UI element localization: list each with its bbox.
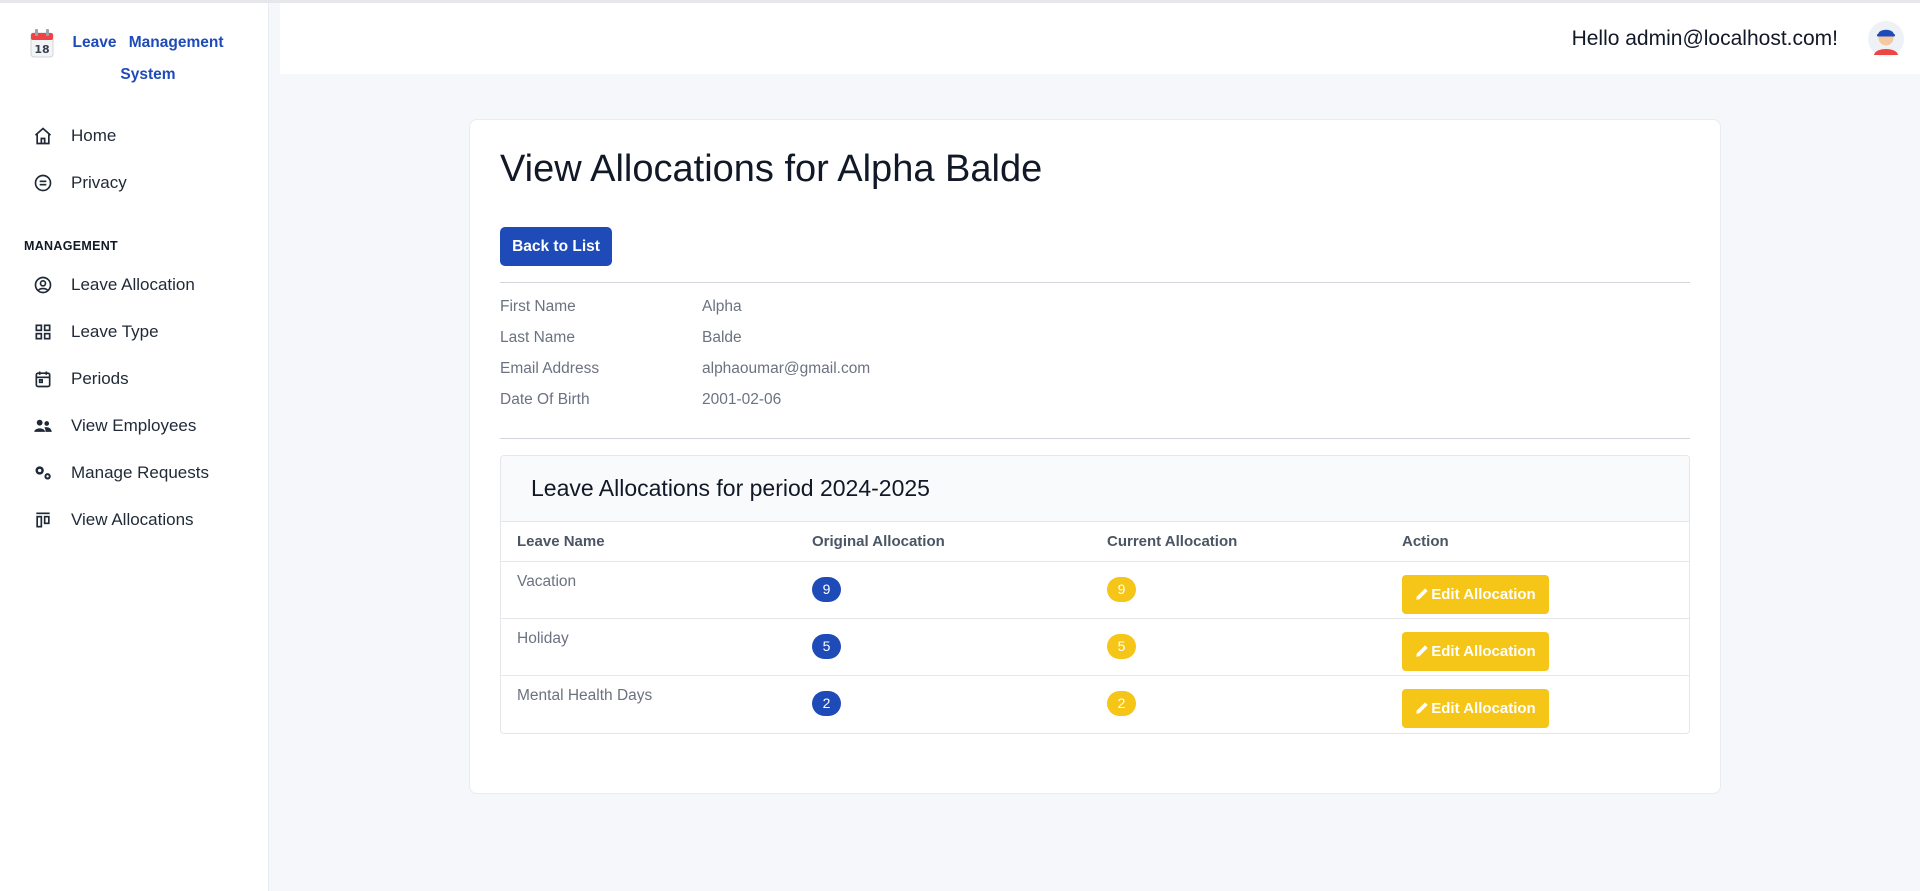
employee-details: First Name Alpha Last Name Balde Email A…: [500, 298, 870, 422]
leave-name-cell: Mental Health Days: [517, 686, 653, 704]
column-header: Leave Name: [501, 522, 796, 562]
sidebar-item-view-employees[interactable]: View Employees: [0, 402, 269, 449]
calendar-logo-icon: 18: [30, 29, 54, 58]
detail-label: Last Name: [500, 329, 575, 346]
detail-row-email: Email Address alphaoumar@gmail.com: [500, 360, 870, 391]
detail-row-last-name: Last Name Balde: [500, 329, 870, 360]
column-header: Original Allocation: [796, 522, 1091, 562]
allocations-icon: [33, 510, 53, 530]
sidebar-item-label: View Employees: [71, 415, 197, 435]
table-header-row: Leave Name Original Allocation Current A…: [501, 522, 1689, 562]
original-allocation-cell: 9: [796, 561, 1091, 619]
table-row: Vacation 9 9 Edit Allocation: [501, 561, 1689, 619]
pencil-icon: [1416, 702, 1428, 714]
detail-label: First Name: [500, 298, 576, 315]
table-row: Mental Health Days 2 2 Edit Allocation: [501, 675, 1689, 732]
edit-allocation-label: Edit Allocation: [1431, 642, 1536, 660]
detail-label: Email Address: [500, 360, 600, 377]
action-cell: Edit Allocation: [1386, 675, 1689, 732]
sidebar-item-label: Leave Allocation: [71, 274, 195, 294]
main-nav: Home Privacy: [0, 112, 269, 206]
sidebar-item-label: Periods: [71, 368, 129, 388]
original-allocation-badge: 9: [812, 576, 841, 602]
app-title: Leave Management System: [68, 27, 228, 91]
app-title-line1: Leave Management: [72, 34, 224, 51]
allocations-table: Leave Name Original Allocation Current A…: [501, 522, 1689, 732]
sidebar-item-leave-allocation[interactable]: Leave Allocation: [0, 261, 269, 308]
leave-name-cell: Holiday: [501, 618, 796, 676]
current-allocation-cell: 9: [1091, 561, 1386, 619]
detail-value: Alpha: [702, 298, 742, 315]
management-nav: Leave Allocation Leave Type Periods View…: [0, 261, 269, 543]
sidebar-item-label: Home: [71, 125, 117, 145]
original-allocation-cell: 5: [796, 618, 1091, 676]
sidebar-item-leave-type[interactable]: Leave Type: [0, 308, 269, 355]
sidebar-item-home[interactable]: Home: [0, 112, 269, 159]
edit-allocation-label: Edit Allocation: [1431, 699, 1536, 717]
calendar-icon: [33, 369, 53, 389]
detail-row-first-name: First Name Alpha: [500, 298, 870, 329]
current-allocation-badge: 5: [1107, 633, 1136, 659]
original-allocation-badge: 2: [812, 690, 841, 716]
allocations-heading: Leave Allocations for period 2024-2025: [501, 456, 1689, 522]
original-allocation-cell: 2: [796, 675, 1091, 732]
sidebar-item-label: Leave Type: [71, 321, 159, 341]
current-allocation-badge: 2: [1107, 690, 1136, 716]
home-icon: [33, 126, 53, 146]
avatar[interactable]: [1868, 21, 1904, 57]
sidebar-item-label: Manage Requests: [71, 462, 209, 482]
user-circle-icon: [33, 275, 53, 295]
sidebar-item-view-allocations[interactable]: View Allocations: [0, 496, 269, 543]
user-greeting: Hello admin@localhost.com!: [1571, 27, 1838, 50]
edit-allocation-button[interactable]: Edit Allocation: [1402, 688, 1549, 728]
sidebar: 18 Leave Management System Home Privacy …: [0, 3, 269, 891]
column-header: Action: [1386, 522, 1689, 562]
sidebar-item-label: View Allocations: [71, 509, 194, 529]
divider: [500, 438, 1690, 439]
sidebar-item-manage-requests[interactable]: Manage Requests: [0, 449, 269, 496]
pencil-icon: [1416, 588, 1428, 600]
allocations-card: View Allocations for Alpha Balde Back to…: [469, 119, 1721, 794]
section-label-management: MANAGEMENT: [24, 239, 118, 253]
top-header: Hello admin@localhost.com!: [280, 3, 1920, 74]
svg-text:18: 18: [34, 43, 49, 56]
allocations-panel: Leave Allocations for period 2024-2025 L…: [500, 455, 1690, 734]
gears-icon: [33, 463, 53, 483]
detail-value: 2001-02-06: [702, 391, 782, 408]
original-allocation-badge: 5: [812, 633, 841, 659]
edit-allocation-label: Edit Allocation: [1431, 585, 1536, 603]
table-row: Holiday 5 5 Edit Allocation: [501, 618, 1689, 676]
brand[interactable]: 18 Leave Management System: [30, 27, 228, 91]
edit-allocation-button[interactable]: Edit Allocation: [1402, 631, 1549, 671]
action-cell: Edit Allocation: [1386, 561, 1689, 619]
app-title-line2: System: [120, 66, 176, 83]
detail-row-date-of-birth: Date Of Birth 2001-02-06: [500, 391, 870, 422]
detail-value: alphaoumar@gmail.com: [702, 360, 871, 377]
detail-label: Date Of Birth: [500, 391, 590, 408]
users-icon: [33, 416, 53, 436]
leave-name-cell: Vacation: [501, 561, 796, 619]
pencil-icon: [1416, 645, 1428, 657]
edit-allocation-button[interactable]: Edit Allocation: [1402, 574, 1549, 614]
sidebar-item-periods[interactable]: Periods: [0, 355, 269, 402]
current-allocation-cell: 5: [1091, 618, 1386, 676]
sidebar-item-label: Privacy: [71, 172, 127, 192]
divider: [500, 282, 1690, 283]
current-allocation-badge: 9: [1107, 576, 1136, 602]
column-header: Current Allocation: [1091, 522, 1386, 562]
back-to-list-button[interactable]: Back to List: [500, 227, 612, 266]
detail-value: Balde: [702, 329, 742, 346]
page-title: View Allocations for Alpha Balde: [500, 148, 1043, 190]
sidebar-item-privacy[interactable]: Privacy: [0, 159, 269, 206]
current-allocation-cell: 2: [1091, 675, 1386, 732]
grid-icon: [33, 322, 53, 342]
action-cell: Edit Allocation: [1386, 618, 1689, 676]
privacy-icon: [33, 173, 53, 193]
